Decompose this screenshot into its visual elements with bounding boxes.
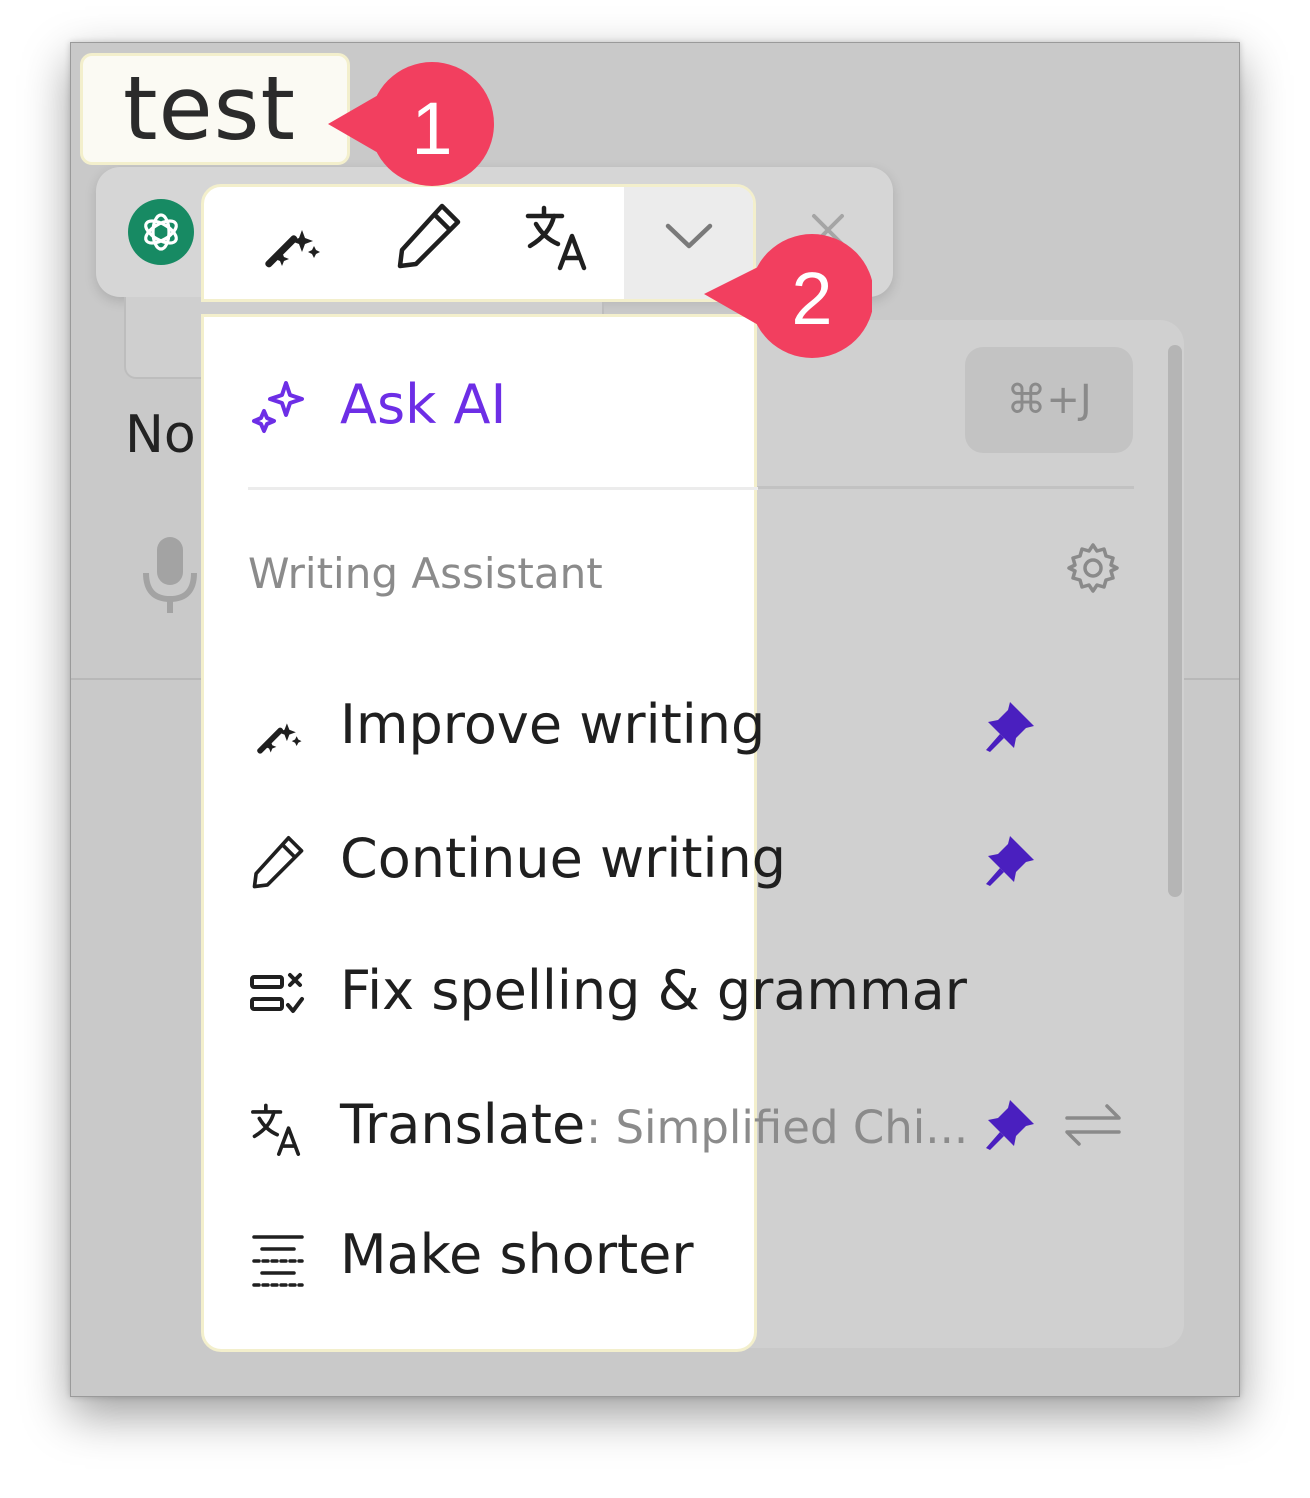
menu-item-continue-writing[interactable]: Continue writing (204, 821, 786, 901)
ask-ai-label: Ask AI (340, 373, 507, 436)
annotation-number-2: 2 (791, 257, 833, 340)
pin-icon[interactable] (980, 696, 1040, 756)
shorten-text-icon (252, 1235, 304, 1287)
section-title: Writing Assistant (248, 549, 603, 598)
ask-ai-item[interactable]: Ask AI (204, 367, 754, 447)
selected-text: test (123, 57, 296, 160)
menu-item-improve-writing[interactable]: Improve writing (204, 687, 765, 767)
note-text: No (125, 405, 196, 465)
scrollbar[interactable] (1168, 345, 1182, 897)
selected-text-highlight[interactable]: test (80, 53, 350, 165)
pencil-icon (252, 836, 304, 889)
sparkles-icon (252, 381, 304, 433)
menu-item-translate[interactable]: Translate : Simplified Chi... (204, 1087, 968, 1167)
menu-item-label: Fix spelling & grammar (340, 959, 967, 1022)
menu-item-fix-spelling[interactable]: Fix spelling & grammar (204, 953, 967, 1033)
shortcut-badge: ⌘+J (965, 347, 1133, 453)
writing-assistant-menu: Ask AI Writing Assistant Improve writing (201, 314, 968, 1352)
menu-item-label: Translate (340, 1093, 586, 1156)
chatgpt-icon[interactable] (128, 199, 194, 265)
panel-divider (740, 486, 1134, 489)
spellcheck-icon (250, 973, 304, 1013)
translate-icon[interactable] (522, 200, 596, 274)
menu-item-label: Continue writing (340, 827, 787, 890)
magic-wand-icon[interactable] (254, 200, 328, 274)
translate-icon (251, 1103, 301, 1156)
microphone-icon[interactable] (140, 535, 200, 615)
magic-wand-icon (257, 723, 302, 754)
annotation-number-1: 1 (411, 87, 453, 170)
gear-icon[interactable] (1065, 540, 1121, 596)
menu-item-label: Make shorter (340, 1223, 694, 1286)
pin-icon[interactable] (980, 1094, 1040, 1154)
menu-item-label: Improve writing (340, 693, 766, 756)
translate-target-language: : Simplified Chi... (586, 1101, 969, 1154)
menu-divider (248, 487, 758, 490)
swap-languages-icon[interactable] (1063, 1100, 1123, 1150)
stage: No ⌘+J test Ask AI Writing Assistant Imp… (0, 0, 1310, 1498)
pin-icon[interactable] (980, 830, 1040, 890)
menu-item-make-shorter[interactable]: Make shorter (204, 1217, 754, 1297)
